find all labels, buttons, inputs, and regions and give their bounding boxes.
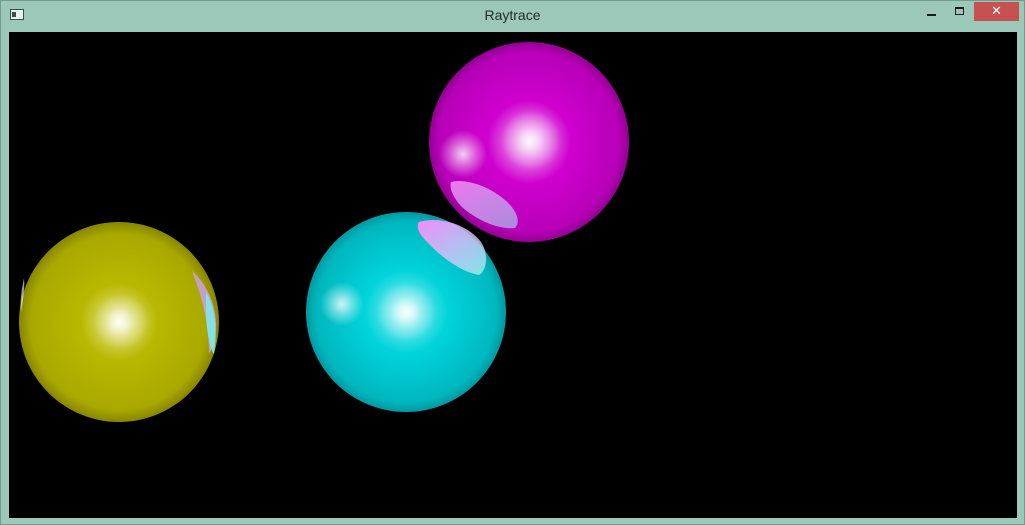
close-icon: ✕ xyxy=(991,4,1002,19)
title-bar[interactable]: Raytrace ✕ xyxy=(1,1,1024,31)
cyan-sphere xyxy=(306,212,506,412)
render-image xyxy=(19,42,629,422)
magenta-sphere xyxy=(429,42,629,242)
window-title: Raytrace xyxy=(484,7,541,23)
minimize-button[interactable] xyxy=(919,3,945,23)
maximize-button[interactable] xyxy=(947,3,973,23)
app-window: Raytrace ✕ xyxy=(0,0,1025,525)
yellow-sphere xyxy=(19,222,219,422)
render-canvas xyxy=(9,32,1017,518)
close-button[interactable]: ✕ xyxy=(974,2,1019,21)
